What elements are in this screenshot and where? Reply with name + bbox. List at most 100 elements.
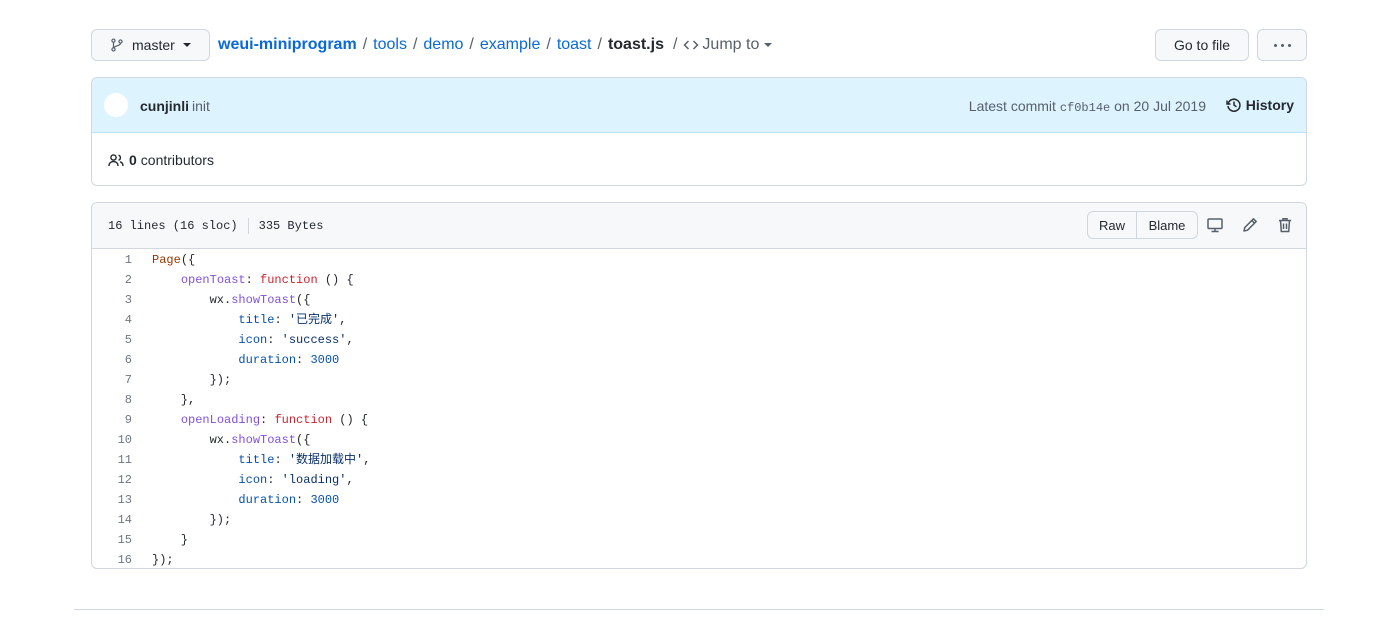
code-text: duration: 3000 [238, 353, 340, 367]
kebab-horizontal-icon [1273, 43, 1277, 47]
file-size: 335 Bytes [258, 219, 324, 233]
trash-icon[interactable] [1276, 216, 1294, 234]
breadcrumb: weui-miniprogram / tools / demo / exampl… [218, 29, 773, 61]
code-line: 12 icon: 'loading', [92, 470, 1306, 490]
code-line: 10 wx.showToast({ [92, 430, 1306, 450]
code-text: title: '已完成', [238, 313, 347, 327]
file-viewer: 16 lines (16 sloc) 335 Bytes Raw Blame 1… [91, 202, 1307, 569]
code-text: }); [152, 553, 174, 567]
line-number[interactable]: 3 [92, 290, 132, 310]
code-line: 14 }); [92, 510, 1306, 530]
more-options-button[interactable] [1257, 29, 1307, 61]
breadcrumb-demo-link[interactable]: demo [423, 36, 463, 54]
chevron-down-icon [764, 43, 773, 47]
breadcrumb-separator: / [362, 36, 368, 53]
line-number[interactable]: 8 [92, 390, 132, 410]
commit-header: cunjinli init Latest commit cf0b14e on 2… [92, 78, 1306, 133]
blame-button[interactable]: Blame [1137, 211, 1198, 239]
line-number[interactable]: 9 [92, 410, 132, 430]
breadcrumb-separator: / [469, 36, 474, 53]
branch-name: master [132, 37, 175, 53]
code-text: duration: 3000 [238, 493, 340, 507]
code-text: wx.showToast({ [152, 433, 311, 447]
raw-button[interactable]: Raw [1087, 211, 1137, 239]
code-line: 3 wx.showToast({ [92, 290, 1306, 310]
line-number[interactable]: 16 [92, 550, 132, 568]
kebab-dot [1287, 43, 1291, 47]
jump-to-label: Jump to [702, 36, 760, 53]
breadcrumb-example-link[interactable]: example [480, 36, 540, 54]
line-number[interactable]: 14 [92, 510, 132, 530]
latest-commit-label: Latest commit [968, 98, 1056, 114]
contributors-row[interactable]: 0 contributors [92, 133, 1306, 185]
history-link[interactable]: History [1226, 97, 1294, 113]
code-line: 13 duration: 3000 [92, 490, 1306, 510]
code-line: 7 }); [92, 370, 1306, 390]
breadcrumb-separator: / [412, 36, 418, 53]
breadcrumb-tools-link[interactable]: tools [373, 36, 407, 54]
commit-sha-link[interactable]: cf0b14e [1060, 101, 1110, 115]
file-info: 16 lines (16 sloc) 335 Bytes [108, 218, 323, 234]
code-line: 8 }, [92, 390, 1306, 410]
file-actions-group: Raw Blame [1087, 211, 1198, 239]
line-number[interactable]: 5 [92, 330, 132, 350]
code-text: icon: 'loading', [238, 473, 354, 487]
line-number[interactable]: 15 [92, 530, 132, 550]
commit-author[interactable]: cunjinli [140, 98, 189, 114]
footer-divider [74, 609, 1324, 610]
branch-select-button[interactable]: master [91, 29, 210, 61]
code-line: 5 icon: 'success', [92, 330, 1306, 350]
contributors-count: 0 [129, 151, 137, 168]
line-number[interactable]: 13 [92, 490, 132, 510]
latest-commit-box: cunjinli init Latest commit cf0b14e on 2… [91, 77, 1307, 186]
breadcrumb-repo-link[interactable]: weui-miniprogram [218, 36, 357, 54]
code-line: 4 title: '已完成', [92, 310, 1306, 330]
breadcrumb-separator: / [672, 36, 678, 53]
line-number[interactable]: 12 [92, 470, 132, 490]
people-icon [108, 153, 124, 166]
line-number[interactable]: 11 [92, 450, 132, 470]
breadcrumb-toast-link[interactable]: toast [557, 36, 592, 54]
code-text: Page({ [152, 253, 196, 267]
code-text: } [152, 533, 189, 547]
code-text: icon: 'success', [238, 333, 354, 347]
code-line: 9 openLoading: function () { [92, 410, 1306, 430]
breadcrumb-separator: / [597, 36, 602, 53]
history-icon [1226, 98, 1241, 112]
jump-to-menu[interactable]: Jump to [683, 36, 773, 54]
desktop-icon[interactable] [1206, 216, 1224, 234]
line-number[interactable]: 4 [92, 310, 132, 330]
file-line-count: 16 lines (16 sloc) [108, 219, 238, 233]
file-info-divider [247, 218, 249, 234]
breadcrumb-separator: / [546, 36, 551, 53]
go-to-file-button[interactable]: Go to file [1155, 29, 1249, 61]
code-line: 15 } [92, 530, 1306, 550]
code-line: 11 title: '数据加载中', [92, 450, 1306, 470]
chevron-down-icon [182, 43, 191, 47]
contributors-label: contributors [140, 151, 214, 168]
line-number[interactable]: 10 [92, 430, 132, 450]
code-line: 2 openToast: function () { [92, 270, 1306, 290]
line-number[interactable]: 2 [92, 270, 132, 290]
line-number[interactable]: 7 [92, 370, 132, 390]
code-line: 16}); [92, 550, 1306, 568]
line-number[interactable]: 1 [92, 250, 132, 270]
file-header: 16 lines (16 sloc) 335 Bytes Raw Blame [92, 203, 1306, 249]
commit-date: on 20 Jul 2019 [1114, 98, 1206, 114]
line-number[interactable]: 6 [92, 350, 132, 370]
code-text: wx.showToast({ [152, 293, 311, 307]
code-text: openToast: function () { [180, 273, 354, 287]
pencil-icon[interactable] [1241, 216, 1259, 234]
latest-commit-info: Latest commit cf0b14e on 20 Jul 2019 [969, 98, 1206, 115]
code-line: 6 duration: 3000 [92, 350, 1306, 370]
file-navigation: master weui-miniprogram / tools / demo /… [91, 29, 1307, 61]
code-line: 1 Page({ [92, 250, 1306, 270]
code-text: openLoading: function () { [180, 413, 369, 427]
code-text: title: '数据加载中', [238, 453, 371, 467]
commit-message[interactable]: init [192, 98, 210, 114]
history-label: History [1245, 97, 1294, 113]
kebab-dot [1280, 43, 1284, 47]
code-text: }); [152, 513, 232, 527]
avatar[interactable] [104, 93, 128, 117]
git-branch-icon [111, 38, 123, 52]
